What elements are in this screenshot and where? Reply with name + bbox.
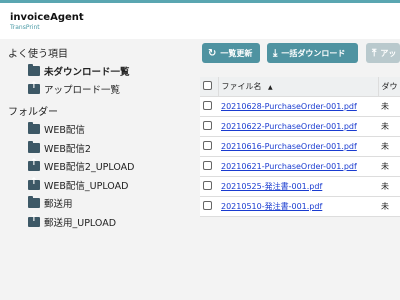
download-status: 未 — [378, 156, 400, 177]
sidebar-item-web2-upload[interactable]: WEB配信2_UPLOAD — [28, 158, 134, 174]
refresh-button[interactable]: ↻ 一覧更新 — [202, 43, 260, 63]
sidebar-item-mail[interactable]: 郵送用 — [28, 195, 73, 211]
sidebar-item-label: WEB配信2 — [44, 144, 91, 155]
table-row[interactable]: 20210510-発注書-001.pdf 未 — [200, 196, 400, 217]
refresh-button-label: 一覧更新 — [220, 48, 253, 58]
file-link[interactable]: 20210510-発注書-001.pdf — [221, 202, 322, 211]
select-all-checkbox[interactable] — [203, 81, 212, 90]
upload-folder-icon — [28, 177, 40, 190]
file-link[interactable]: 20210616-PurchaseOrder-001.pdf — [221, 142, 357, 151]
app-logo-subtitle: TransPrint — [10, 24, 40, 31]
row-checkbox[interactable] — [203, 121, 212, 130]
sidebar: よく使う項目 未ダウンロード一覧 アップロード一覧 フォルダー WEB配信 WE… — [0, 39, 182, 300]
file-link[interactable]: 20210622-PurchaseOrder-001.pdf — [221, 122, 357, 131]
folder-icon — [28, 122, 40, 134]
table-header-row: ファイル名 ▲ ダウ — [200, 77, 400, 97]
folder-icon — [28, 196, 40, 208]
download-column-header[interactable]: ダウ — [378, 77, 400, 97]
file-link[interactable]: 20210628-PurchaseOrder-001.pdf — [221, 102, 357, 111]
sidebar-item-uploads[interactable]: アップロード一覧 — [28, 81, 120, 97]
row-checkbox[interactable] — [203, 101, 212, 110]
sidebar-item-label: アップロード一覧 — [44, 85, 121, 96]
folder-icon — [28, 64, 40, 76]
download-status: 未 — [378, 176, 400, 197]
table-row[interactable]: 20210525-発注書-001.pdf 未 — [200, 176, 400, 197]
sidebar-item-label: WEB配信 — [44, 125, 85, 136]
sidebar-item-label: 郵送用 — [44, 199, 73, 210]
folders-heading: フォルダー — [8, 107, 58, 118]
sidebar-item-label: 未ダウンロード一覧 — [44, 67, 130, 78]
sort-ascending-icon: ▲ — [268, 84, 273, 91]
row-checkbox[interactable] — [203, 141, 212, 150]
row-checkbox[interactable] — [203, 181, 212, 190]
main-panel: ↻ 一覧更新 ⤓ 一括ダウンロード ⤒ アッ ファイル名 ▲ ダウ 202106… — [182, 39, 400, 300]
bulk-download-button-label: 一括ダウンロード — [281, 48, 346, 58]
select-all-cell — [200, 77, 219, 97]
refresh-icon: ↻ — [208, 47, 217, 59]
sidebar-item-mail-upload[interactable]: 郵送用_UPLOAD — [28, 214, 116, 230]
upload-icon: ⤒ — [372, 47, 377, 59]
column-label: ファイル名 — [221, 82, 262, 91]
table-row[interactable]: 20210622-PurchaseOrder-001.pdf 未 — [200, 116, 400, 137]
sidebar-item-web2[interactable]: WEB配信2 — [28, 140, 91, 156]
filename-column-header[interactable]: ファイル名 ▲ — [218, 77, 379, 97]
file-link[interactable]: 20210621-PurchaseOrder-001.pdf — [221, 162, 357, 171]
table-row[interactable]: 20210616-PurchaseOrder-001.pdf 未 — [200, 136, 400, 157]
file-table: ファイル名 ▲ ダウ 20210628-PurchaseOrder-001.pd… — [200, 77, 400, 217]
app-logo-title[interactable]: invoiceAgent — [10, 12, 84, 23]
upload-button[interactable]: ⤒ アッ — [366, 43, 400, 63]
download-status: 未 — [378, 196, 400, 217]
upload-folder-icon — [28, 81, 40, 94]
sidebar-item-web-upload[interactable]: WEB配信_UPLOAD — [28, 177, 128, 193]
download-status: 未 — [378, 116, 400, 137]
app-header: invoiceAgent TransPrint — [0, 3, 400, 40]
row-checkbox[interactable] — [203, 201, 212, 210]
table-row[interactable]: 20210628-PurchaseOrder-001.pdf 未 — [200, 96, 400, 117]
download-status: 未 — [378, 136, 400, 157]
download-icon: ⤓ — [273, 47, 278, 59]
download-status: 未 — [378, 96, 400, 117]
favorites-heading: よく使う項目 — [8, 49, 68, 60]
upload-button-label: アッ — [380, 48, 397, 58]
table-row[interactable]: 20210621-PurchaseOrder-001.pdf 未 — [200, 156, 400, 177]
sidebar-item-label: WEB配信_UPLOAD — [44, 181, 129, 192]
sidebar-item-undownloaded[interactable]: 未ダウンロード一覧 — [28, 63, 130, 79]
bulk-download-button[interactable]: ⤓ 一括ダウンロード — [267, 43, 358, 63]
sidebar-item-web[interactable]: WEB配信 — [28, 121, 85, 137]
row-checkbox[interactable] — [203, 161, 212, 170]
sidebar-item-label: 郵送用_UPLOAD — [44, 218, 117, 229]
file-link[interactable]: 20210525-発注書-001.pdf — [221, 182, 322, 191]
upload-folder-icon — [28, 214, 40, 227]
sidebar-item-label: WEB配信2_UPLOAD — [44, 162, 135, 173]
upload-folder-icon — [28, 158, 40, 171]
folder-icon — [28, 141, 40, 153]
